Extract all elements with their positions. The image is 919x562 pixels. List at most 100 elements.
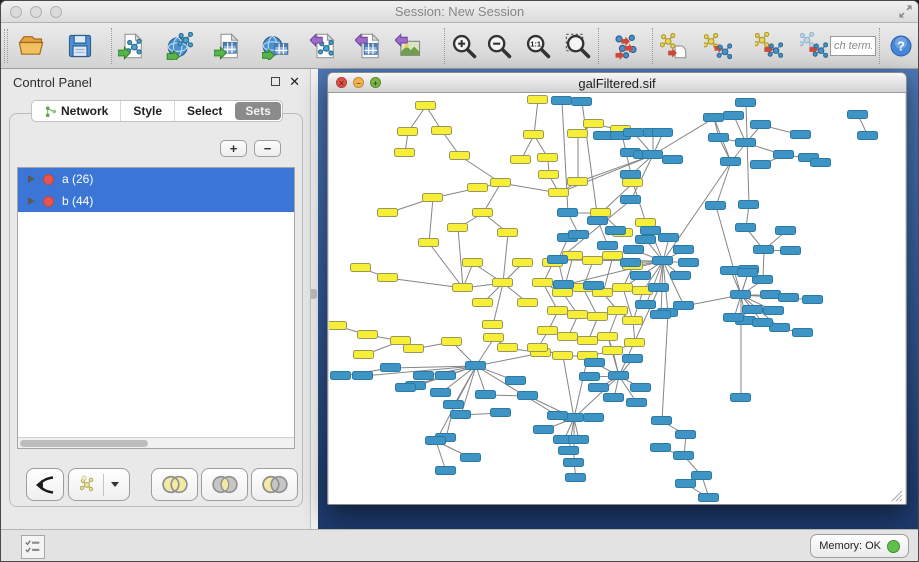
apply-style-button[interactable] bbox=[701, 29, 735, 63]
help-button[interactable]: ? bbox=[884, 29, 918, 63]
export-network-button[interactable] bbox=[307, 29, 341, 63]
graph-node[interactable] bbox=[673, 451, 694, 460]
graph-node[interactable] bbox=[792, 328, 813, 337]
graph-node[interactable] bbox=[775, 226, 796, 235]
graph-node[interactable] bbox=[352, 371, 373, 380]
graph-node[interactable] bbox=[538, 170, 559, 179]
graph-node[interactable] bbox=[583, 119, 604, 128]
graph-node[interactable] bbox=[588, 383, 609, 392]
graph-node[interactable] bbox=[603, 393, 624, 402]
graph-node[interactable] bbox=[577, 336, 598, 345]
graph-node[interactable] bbox=[583, 413, 604, 422]
graph-node[interactable] bbox=[447, 223, 468, 232]
graph-node[interactable] bbox=[568, 435, 589, 444]
graph-node[interactable] bbox=[425, 436, 446, 445]
split-set-button[interactable] bbox=[26, 468, 64, 501]
graph-node[interactable] bbox=[558, 446, 579, 455]
graph-node[interactable] bbox=[642, 150, 663, 159]
scrollbar-thumb[interactable] bbox=[20, 440, 148, 447]
graph-node[interactable] bbox=[350, 263, 371, 272]
collapse-panel-handle[interactable] bbox=[311, 289, 317, 299]
panel-splitter[interactable] bbox=[311, 69, 318, 529]
graph-node[interactable] bbox=[397, 127, 418, 136]
graph-node[interactable] bbox=[651, 416, 672, 425]
graph-node[interactable] bbox=[418, 238, 439, 247]
graph-node[interactable] bbox=[602, 346, 623, 355]
graph-node[interactable] bbox=[537, 326, 558, 335]
graph-node[interactable] bbox=[620, 170, 641, 179]
disclosure-triangle-icon[interactable] bbox=[28, 175, 35, 183]
graph-node[interactable] bbox=[377, 273, 398, 282]
graph-node[interactable] bbox=[698, 493, 719, 502]
graph-node[interactable] bbox=[735, 98, 756, 107]
graph-node[interactable] bbox=[465, 361, 486, 370]
graph-node[interactable] bbox=[624, 338, 645, 347]
graph-node[interactable] bbox=[778, 293, 799, 302]
graph-node[interactable] bbox=[330, 371, 351, 380]
graph-node[interactable] bbox=[527, 95, 548, 104]
graph-node[interactable] bbox=[708, 133, 729, 142]
graph-node[interactable] bbox=[673, 301, 694, 310]
graph-node[interactable] bbox=[537, 153, 558, 162]
graph-node[interactable] bbox=[510, 155, 531, 164]
graph-node[interactable] bbox=[565, 473, 586, 482]
tab-select[interactable]: Select bbox=[174, 101, 234, 121]
tab-network[interactable]: Network bbox=[32, 101, 120, 121]
graph-node[interactable] bbox=[472, 208, 493, 217]
graph-node[interactable] bbox=[563, 458, 584, 467]
graph-node[interactable] bbox=[607, 306, 628, 315]
disclosure-triangle-icon[interactable] bbox=[28, 197, 35, 205]
graph-node[interactable] bbox=[482, 320, 503, 329]
graph-node[interactable] bbox=[551, 96, 572, 105]
select-first-neighbors-button[interactable] bbox=[752, 29, 786, 63]
graph-node[interactable] bbox=[675, 479, 696, 488]
graph-node[interactable] bbox=[490, 408, 511, 417]
graph-node[interactable] bbox=[547, 306, 568, 315]
graph-node[interactable] bbox=[441, 337, 462, 346]
graph-node[interactable] bbox=[435, 371, 456, 380]
graph-node[interactable] bbox=[582, 256, 603, 265]
graph-node[interactable] bbox=[547, 411, 568, 420]
graph-node[interactable] bbox=[630, 271, 651, 280]
zoom-in-button[interactable] bbox=[447, 29, 481, 63]
graph-node[interactable] bbox=[431, 126, 452, 135]
graph-node[interactable] bbox=[650, 310, 671, 319]
graph-node[interactable] bbox=[773, 150, 794, 159]
graph-node[interactable] bbox=[622, 178, 643, 187]
graph-node[interactable] bbox=[329, 321, 347, 330]
graph-node[interactable] bbox=[567, 310, 588, 319]
graph-node[interactable] bbox=[742, 305, 763, 314]
show-graphics-details-button[interactable] bbox=[797, 29, 831, 63]
graph-node[interactable] bbox=[678, 258, 699, 267]
graph-node[interactable] bbox=[658, 233, 679, 242]
graph-node[interactable] bbox=[597, 241, 618, 250]
graph-node[interactable] bbox=[548, 188, 569, 197]
graph-node[interactable] bbox=[443, 400, 464, 409]
graph-node[interactable] bbox=[652, 128, 673, 137]
search-input[interactable] bbox=[830, 36, 876, 56]
difference-button[interactable] bbox=[251, 468, 298, 501]
graph-node[interactable] bbox=[703, 113, 724, 122]
graph-node[interactable] bbox=[377, 208, 398, 217]
graph-node[interactable] bbox=[527, 343, 548, 352]
new-network-from-selection-button[interactable] bbox=[657, 29, 691, 63]
horizontal-scrollbar[interactable] bbox=[18, 437, 294, 448]
graph-node[interactable] bbox=[449, 151, 470, 160]
graph-node[interactable] bbox=[857, 131, 878, 140]
graph-node[interactable] bbox=[735, 223, 756, 232]
graph-node[interactable] bbox=[380, 363, 401, 372]
graph-node[interactable] bbox=[460, 453, 481, 462]
import-table-file-button[interactable] bbox=[211, 29, 245, 63]
graph-node[interactable] bbox=[763, 306, 784, 315]
graph-node[interactable] bbox=[517, 298, 538, 307]
graph-node[interactable] bbox=[620, 195, 641, 204]
graph-node[interactable] bbox=[605, 226, 626, 235]
export-table-button[interactable] bbox=[352, 29, 386, 63]
save-session-button[interactable] bbox=[63, 29, 97, 63]
import-table-url-button[interactable] bbox=[259, 29, 293, 63]
graph-node[interactable] bbox=[394, 148, 415, 157]
zoom-out-button[interactable] bbox=[482, 29, 516, 63]
graph-node[interactable] bbox=[497, 343, 518, 352]
graph-node[interactable] bbox=[467, 183, 488, 192]
graph-node[interactable] bbox=[571, 97, 592, 106]
